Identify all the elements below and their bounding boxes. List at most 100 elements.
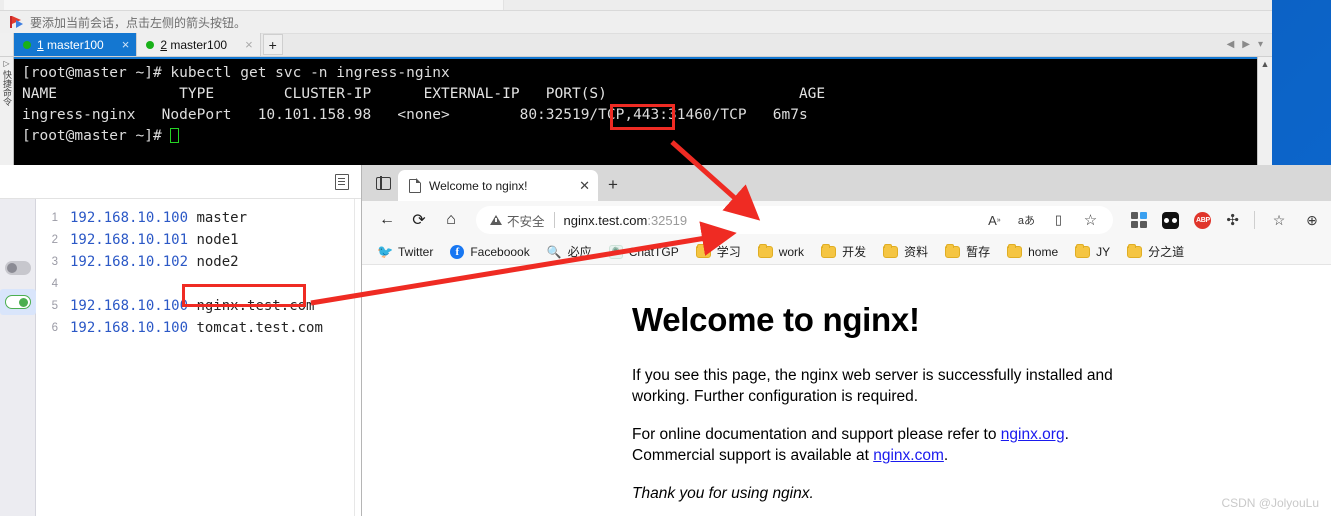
- terminal-top-strip-segment: [4, 0, 504, 10]
- hosts-line: 3 192.168.10.102 node2: [36, 251, 361, 273]
- address-bar[interactable]: 不安全 nginx.test.com:32519 A» aあ ▯ ☆: [476, 206, 1114, 234]
- add-tab-to-collection-icon[interactable]: ⊕: [1303, 211, 1321, 229]
- split-screen-icon[interactable]: ▯: [1049, 211, 1067, 229]
- line-number: 1: [51, 212, 58, 224]
- flag-arrow-icon: [10, 16, 24, 28]
- warning-triangle-icon: [490, 215, 502, 225]
- terminal-tab-2[interactable]: 2 master100 ×: [137, 33, 261, 56]
- host-name: master: [196, 210, 248, 226]
- terminal-output[interactable]: [root@master ~]# kubectl get svc -n ingr…: [14, 57, 1257, 165]
- bookmark-twitter[interactable]: 🐦 Twitter: [370, 243, 440, 261]
- custom-hosts-toggle[interactable]: [4, 295, 31, 309]
- bookmark-bing[interactable]: 🔍 必应: [540, 241, 599, 262]
- host-ip: 192.168.10.102: [70, 254, 189, 270]
- bookmark-folder-temp[interactable]: 暂存: [938, 241, 997, 262]
- bookmark-label: Twitter: [398, 244, 434, 259]
- browser-extension-toolbar: ABP ✣ ☆ ⊕: [1121, 211, 1321, 229]
- page-paragraph-2: For online documentation and support ple…: [632, 424, 1132, 466]
- extensions-grid-icon[interactable]: [1131, 212, 1148, 228]
- read-aloud-icon[interactable]: A»: [985, 211, 1003, 229]
- terminal-side-rail-label: 快捷命令: [2, 70, 12, 106]
- page-thanks-text: Thank you for using nginx.: [632, 485, 814, 502]
- dark-reader-icon[interactable]: [1162, 211, 1180, 229]
- terminal-tab-1[interactable]: 1 master100 ×: [14, 33, 138, 56]
- bookmark-label: 暂存: [966, 245, 991, 259]
- bookmark-folder-study[interactable]: 学习: [689, 241, 748, 262]
- hosts-editor-main: 1 192.168.10.100 master 2 192.168.10.101…: [0, 199, 361, 516]
- bookmark-label: Faceboook: [470, 244, 530, 259]
- terminal-prompt-line-1: [root@master ~]# kubectl get svc -n ingr…: [22, 65, 450, 81]
- tab-scroll-left-icon[interactable]: ◀: [1224, 39, 1238, 50]
- bookmark-folder-home[interactable]: home: [1000, 243, 1065, 261]
- sidebar-panel-icon: [375, 175, 391, 191]
- tab-actions-menu-button[interactable]: [368, 167, 398, 199]
- folder-icon: [1007, 243, 1023, 258]
- home-button[interactable]: ⌂: [436, 205, 466, 235]
- terminal-notification-text: 要添加当前会话，点击左侧的箭头按钮。: [30, 15, 247, 30]
- folder-icon: [945, 243, 961, 258]
- bookmarks-bar: 🐦 Twitter f Faceboook 🔍 必应 ✺ ChatTGP 学习: [362, 239, 1331, 265]
- host-name: nginx.test.com: [196, 298, 315, 314]
- bookmark-label: work: [778, 244, 805, 259]
- terminal-tab-1-close-icon[interactable]: ×: [122, 37, 130, 52]
- para2-pre-text: For online documentation and support ple…: [632, 426, 1001, 443]
- browser-new-tab-button[interactable]: +: [598, 171, 628, 199]
- host-name: node2: [196, 254, 239, 270]
- csdn-watermark: CSDN @JolyouLu: [1221, 496, 1319, 510]
- adblock-plus-icon[interactable]: ABP: [1194, 211, 1212, 229]
- bookmark-label: home: [1028, 244, 1059, 259]
- collections-icon[interactable]: ☆: [1270, 211, 1288, 229]
- hosts-editor-scrollbar[interactable]: [354, 199, 361, 516]
- back-button[interactable]: ←: [372, 205, 402, 235]
- bing-search-icon: 🔍: [546, 244, 562, 259]
- bookmark-folder-jy[interactable]: JY: [1068, 243, 1117, 261]
- reload-button[interactable]: ⟳: [404, 205, 434, 235]
- terminal-top-strip: [0, 0, 1272, 11]
- browser-tab-active[interactable]: Welcome to nginx! ✕: [398, 170, 598, 201]
- nginx-welcome-page: Welcome to nginx! If you see this page, …: [362, 265, 1331, 516]
- tab-list-dropdown-icon[interactable]: ▾: [1255, 39, 1266, 50]
- tab-scroll-right-icon[interactable]: ▶: [1239, 39, 1253, 50]
- bookmark-label: JY: [1096, 244, 1111, 259]
- puzzle-extension-icon[interactable]: ✣: [1226, 211, 1239, 229]
- bookmark-label: 必应: [567, 245, 592, 259]
- terminal-scrollbar[interactable]: ▲: [1257, 57, 1272, 165]
- hosts-text-editor[interactable]: 1 192.168.10.100 master 2 192.168.10.101…: [36, 199, 361, 516]
- favorite-star-icon[interactable]: ☆: [1081, 211, 1099, 229]
- host-ip: 192.168.10.101: [70, 232, 189, 248]
- line-number: 2: [51, 234, 58, 246]
- folder-icon: [695, 243, 711, 258]
- address-bar-url: nginx.test.com:32519: [563, 212, 688, 228]
- folder-icon: [1127, 243, 1143, 258]
- nginx-com-link[interactable]: nginx.com: [873, 447, 944, 464]
- bookmark-folder-dev[interactable]: 开发: [814, 241, 873, 262]
- bookmark-label: 开发: [842, 245, 867, 259]
- edge-browser-window: Welcome to nginx! ✕ + ← ⟳ ⌂ 不安全 nginx.te…: [362, 165, 1331, 516]
- terminal-table-row: ingress-nginx NodePort 10.101.158.98 <no…: [22, 107, 808, 123]
- nginx-org-link[interactable]: nginx.org: [1001, 426, 1065, 443]
- bookmark-folder-materials[interactable]: 资料: [876, 241, 935, 262]
- copy-document-icon[interactable]: [335, 173, 349, 190]
- bookmark-folder-work[interactable]: work: [751, 243, 811, 261]
- scroll-up-icon[interactable]: ▲: [1261, 59, 1270, 165]
- bookmark-chatgpt[interactable]: ✺ ChatTGP: [602, 243, 686, 261]
- hosts-editor-titlebar: [0, 165, 361, 199]
- terminal-table-header: NAME TYPE CLUSTER-IP EXTERNAL-IP PORT(S)…: [22, 86, 826, 102]
- bookmark-facebook[interactable]: f Faceboook: [443, 243, 536, 261]
- system-hosts-toggle[interactable]: [4, 261, 31, 275]
- terminal-tabbar-left-spacer: [0, 33, 14, 56]
- page-paragraph-1: If you see this page, the nginx web serv…: [632, 367, 1113, 405]
- terminal-tab-1-label: 1 master100: [37, 37, 104, 52]
- translate-icon[interactable]: aあ: [1017, 211, 1035, 229]
- facebook-icon: f: [450, 244, 465, 259]
- site-security-indicator[interactable]: 不安全: [490, 211, 545, 230]
- terminal-notification-bar: 要添加当前会话，点击左侧的箭头按钮。: [0, 11, 1272, 34]
- address-bar-icons: A» aあ ▯ ☆: [985, 211, 1107, 229]
- hosts-line: 4: [36, 273, 361, 295]
- session-expand-arrow-icon[interactable]: ▷: [3, 59, 9, 68]
- custom-hosts-profile-row[interactable]: [0, 289, 36, 315]
- browser-tab-close-icon[interactable]: ✕: [579, 178, 590, 194]
- terminal-tab-2-close-icon[interactable]: ×: [245, 37, 253, 52]
- terminal-new-tab-button[interactable]: +: [262, 34, 283, 55]
- bookmark-folder-fenzhidao[interactable]: 分之道: [1120, 241, 1191, 262]
